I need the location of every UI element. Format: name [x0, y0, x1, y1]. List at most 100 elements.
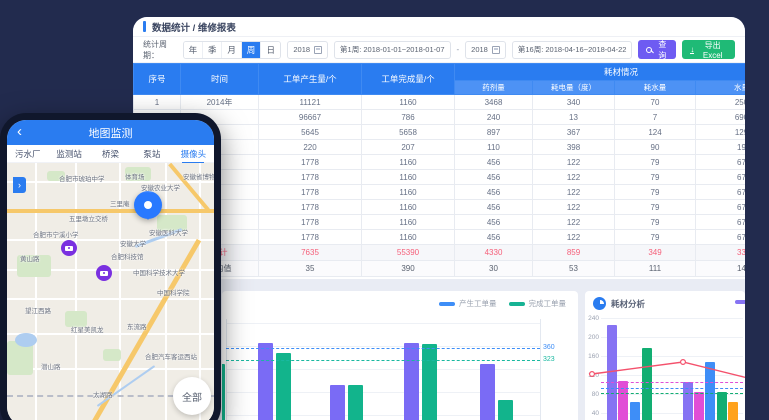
phone-tab-污水厂[interactable]: 污水厂: [7, 148, 48, 160]
legend-item: 完成工单量: [509, 298, 567, 309]
map-label: 合肥市宁溪小学: [33, 229, 79, 239]
map-label: 三里庵: [110, 198, 130, 208]
phone-mockup: ‹ 地图监测 污水厂监测站桥梁泵站摄像头: [0, 113, 221, 420]
table-cell: 122: [533, 185, 615, 200]
table-cell: 13: [533, 110, 615, 125]
y-axis-tick: 240: [585, 315, 599, 322]
table-row: 42202071103989019: [134, 140, 746, 155]
table-cell: 4330: [455, 245, 533, 261]
start-week-input[interactable]: 第1周: 2018-01-01~2018-01-07: [334, 41, 450, 59]
bar-group1: [630, 402, 640, 420]
workorder-chart-card: 产生工单量完成工单量 360323: [222, 291, 578, 420]
table-cell: 1160: [362, 230, 455, 245]
map-label: 潜山路: [41, 361, 61, 371]
calendar-icon: [492, 46, 500, 54]
table-cell: 1778: [259, 215, 362, 230]
col-header: 序号: [134, 64, 181, 95]
bar-produced: [480, 364, 495, 420]
end-year-select[interactable]: 2018: [465, 41, 506, 59]
back-icon[interactable]: ‹: [17, 122, 22, 142]
map-label: 安徽农业大学: [141, 182, 180, 192]
map-label: 五里墩立交桥: [69, 213, 108, 223]
filter-bar: 统计周期： 年季月周日 2018 第1周: 2018-01-01~2018-01…: [133, 37, 745, 63]
period-option-日[interactable]: 日: [261, 42, 280, 58]
query-button-label: 查询: [656, 39, 668, 61]
start-year-select[interactable]: 2018: [287, 41, 328, 59]
map-label: 合肥汽车客运西站: [145, 351, 197, 361]
table-cell: 67: [696, 170, 746, 185]
query-button[interactable]: 查询: [638, 40, 676, 59]
chart-legend: 产生工单量 完成工单量: [439, 298, 566, 309]
table-cell: 398: [533, 140, 615, 155]
table-cell: 122: [533, 200, 615, 215]
phone-tab-泵站[interactable]: 泵站: [131, 148, 172, 160]
phone-appbar: ‹ 地图监测: [7, 120, 214, 145]
table-cell: 129: [696, 125, 746, 140]
table-cell: 456: [455, 155, 533, 170]
map-label: 望江西路: [25, 305, 51, 315]
start-week-value: 第1周: 2018-01-01~2018-01-07: [340, 44, 444, 55]
table-cell: 79: [615, 200, 696, 215]
reference-line: [226, 360, 540, 361]
camera-marker[interactable]: [96, 265, 112, 281]
gridline: [601, 337, 743, 338]
table-cell: 79: [615, 230, 696, 245]
table-cell: 11121: [259, 95, 362, 110]
table-cell: 1778: [259, 185, 362, 200]
expand-panel-button[interactable]: ›: [13, 177, 26, 193]
map-park: [103, 349, 121, 361]
phone-screen: ‹ 地图监测 污水厂监测站桥梁泵站摄像头: [7, 120, 214, 420]
table-cell: 456: [455, 185, 533, 200]
table-cell: 456: [455, 215, 533, 230]
chart-title-text: 耗材分析: [611, 298, 645, 310]
gridline: [226, 346, 540, 347]
y-axis-tick: 200: [585, 334, 599, 341]
table-cell: 1160: [362, 155, 455, 170]
map-label: 中国科学技术大学: [133, 267, 185, 277]
period-option-周[interactable]: 周: [242, 42, 261, 58]
breadcrumb-text: 数据统计 / 维修报表: [152, 20, 236, 34]
all-filter-button[interactable]: 全部: [173, 377, 211, 415]
table-cell: 456: [455, 230, 533, 245]
table-cell: 367: [533, 125, 615, 140]
table-cell: 456: [455, 170, 533, 185]
period-option-季[interactable]: 季: [203, 42, 222, 58]
map-label: 黄山路: [20, 253, 40, 263]
map-label: 太湖路: [93, 389, 113, 399]
table-cell: 1778: [259, 200, 362, 215]
bar-produced: [404, 343, 419, 420]
phone-tab-监测站[interactable]: 监测站: [48, 148, 89, 160]
selected-location-pin[interactable]: [134, 191, 162, 219]
map-lake: [15, 333, 37, 347]
phone-tab-摄像头[interactable]: 摄像头: [173, 148, 214, 160]
map-view[interactable]: › 全部 合肥市琥珀中学体育场安徽农业大学安徽省博物馆三里庵五里墩立交桥安徽医科…: [7, 163, 214, 420]
table-cell: 7: [615, 110, 696, 125]
gridline: [601, 356, 743, 357]
table-row: 12014年111211160346834070250: [134, 95, 746, 110]
export-excel-button[interactable]: ↓ 导出Excel: [682, 40, 735, 59]
table-cell: 1160: [362, 170, 455, 185]
camera-marker[interactable]: [61, 240, 77, 256]
chart-title: 耗材分析: [593, 297, 645, 310]
table-cell: 207: [362, 140, 455, 155]
end-week-input[interactable]: 第16周: 2018-04-16~2018-04-22: [512, 41, 633, 59]
legend-label: 产生工单量: [459, 298, 497, 309]
period-option-月[interactable]: 月: [222, 42, 241, 58]
table-cell: 79: [615, 185, 696, 200]
table-cell: 1: [134, 95, 181, 110]
period-option-年[interactable]: 年: [184, 42, 203, 58]
table-cell: 340: [533, 95, 615, 110]
table-cell: 7635: [259, 245, 362, 261]
legend-label: 完成工单量: [529, 298, 567, 309]
table-cell: 859: [533, 245, 615, 261]
table-cell: 67: [696, 185, 746, 200]
table-row: 9177811604561227967: [134, 215, 746, 230]
phone-tab-桥梁[interactable]: 桥梁: [90, 148, 131, 160]
legend-dash: [439, 302, 455, 306]
table-row: 8177811604561227967: [134, 200, 746, 215]
table-cell: 1160: [362, 200, 455, 215]
period-label: 统计周期：: [143, 39, 177, 61]
bar-completed: [348, 385, 363, 420]
table-cell: 67: [696, 215, 746, 230]
table-cell: 1160: [362, 215, 455, 230]
